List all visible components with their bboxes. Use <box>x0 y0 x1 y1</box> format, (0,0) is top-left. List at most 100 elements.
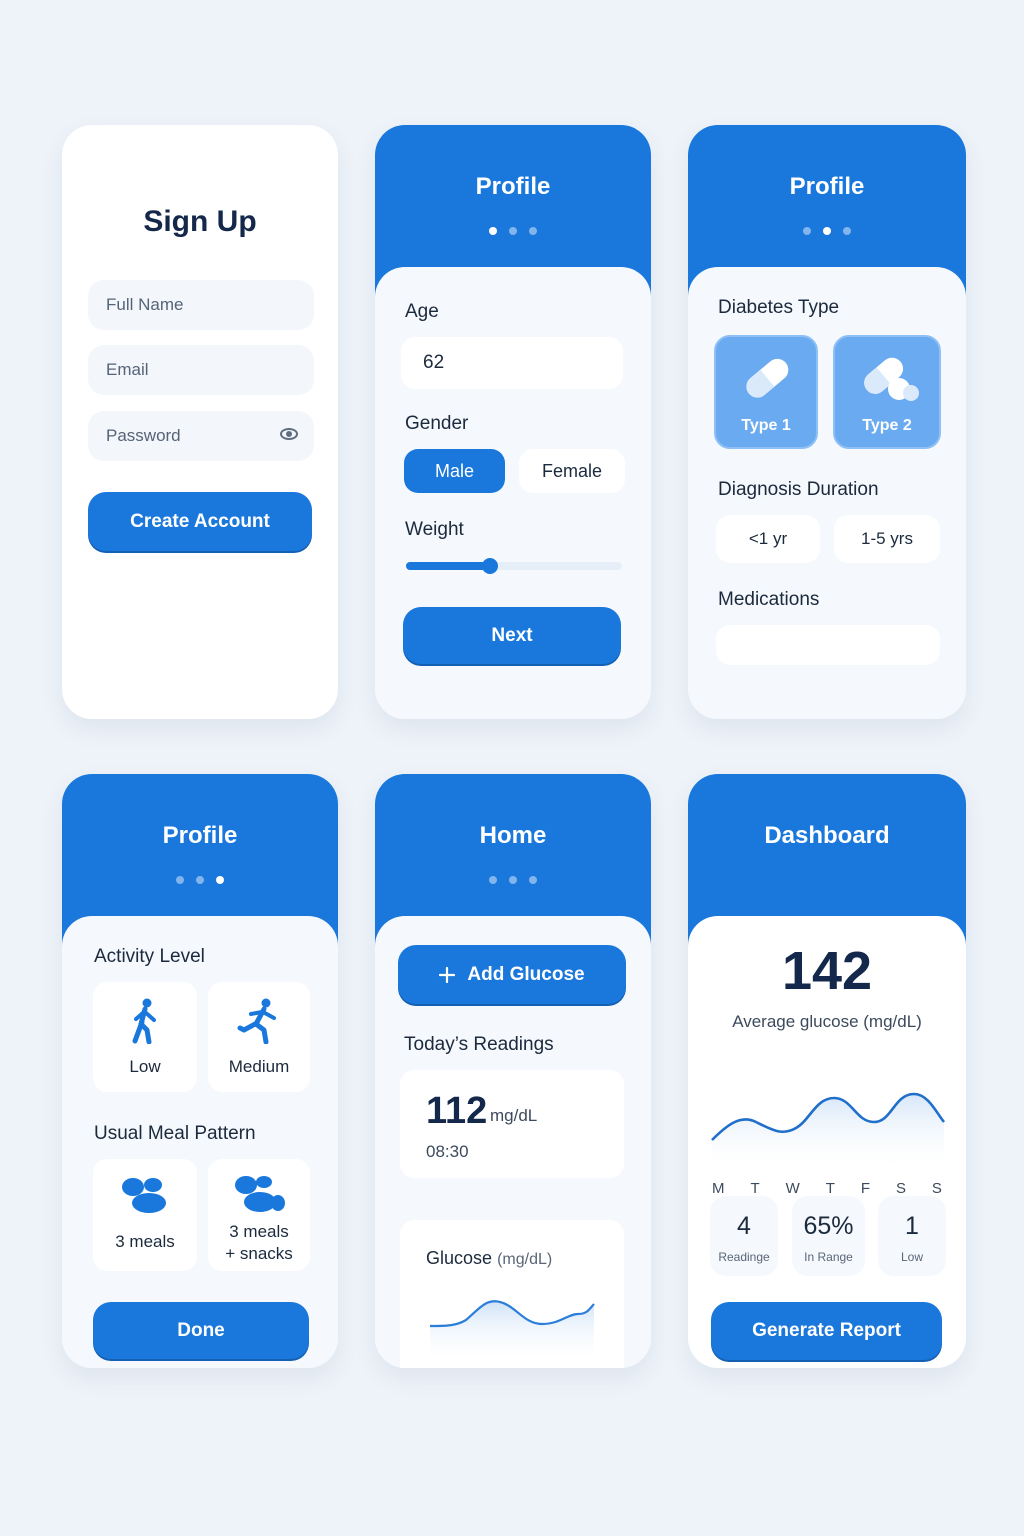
meal-3-meals-option[interactable]: 3 meals <box>93 1159 197 1271</box>
step-dot-1 <box>176 876 184 884</box>
stat-in-range: 65% In Range <box>792 1196 865 1276</box>
age-input[interactable]: 62 <box>401 337 623 389</box>
stat-label: Readinge <box>718 1250 770 1264</box>
activity-low-option[interactable]: Low <box>93 982 197 1092</box>
meal-3-meals-label: 3 meals <box>115 1232 175 1251</box>
weight-label: Weight <box>405 519 464 540</box>
slider-fill <box>406 562 491 570</box>
home-card: Home Add Glucose Today’s Readings 112 mg… <box>375 774 651 1368</box>
weight-slider[interactable] <box>406 558 622 574</box>
medications-label: Medications <box>718 589 820 610</box>
diagnosis-duration-label: Diagnosis Duration <box>718 479 879 500</box>
dashboard-body: 142 Average glucose (mg/dL) M T W T F S … <box>688 916 966 1368</box>
generate-report-button[interactable]: Generate Report <box>711 1302 942 1360</box>
step-indicator <box>375 227 651 235</box>
stat-value: 4 <box>737 1212 751 1240</box>
profile-step3-card: Profile Activity Level Low Medium Usual … <box>62 774 338 1368</box>
step-dot-1 <box>489 227 497 235</box>
eye-icon[interactable] <box>280 428 298 440</box>
type2-option[interactable]: Type 2 <box>833 335 941 449</box>
capsule-icon <box>746 358 789 398</box>
step-dot-3 <box>529 227 537 235</box>
glucose-chart-card: Glucose (mg/dL) <box>400 1220 624 1368</box>
day-label: T <box>825 1180 835 1197</box>
step-dot-2 <box>196 876 204 884</box>
duration-under-1yr[interactable]: <1 yr <box>716 515 820 563</box>
reading-card[interactable]: 112 mg/dL 08:30 <box>400 1070 624 1178</box>
weekly-glucose-chart <box>711 1092 946 1172</box>
email-input[interactable]: Email <box>88 345 314 395</box>
step-indicator <box>375 876 651 884</box>
glucose-title-text: Glucose <box>426 1248 493 1268</box>
day-label: S <box>931 1180 942 1197</box>
slider-thumb[interactable] <box>482 558 499 574</box>
done-button[interactable]: Done <box>93 1302 309 1359</box>
profile-step1-card: Profile Age 62 Gender Male Female Weight… <box>375 125 651 719</box>
reading-unit: mg/dL <box>490 1106 538 1125</box>
stat-label: Low <box>900 1250 923 1264</box>
step-dot-2 <box>823 227 831 235</box>
glucose-sparkline <box>429 1300 595 1362</box>
running-person-icon <box>237 998 276 1044</box>
step-dot-2 <box>509 227 517 235</box>
walking-person-icon <box>132 998 156 1044</box>
form-body: Activity Level Low Medium Usual Meal Pat… <box>62 916 338 1368</box>
create-account-button[interactable]: Create Account <box>88 492 312 551</box>
step-dot-3 <box>843 227 851 235</box>
reading-time: 08:30 <box>426 1142 469 1161</box>
day-label: S <box>895 1180 906 1197</box>
day-label: M <box>712 1180 725 1197</box>
gender-male-button[interactable]: Male <box>404 449 505 493</box>
type2-label: Type 2 <box>862 417 912 434</box>
age-value: 62 <box>423 352 445 373</box>
form-body: Age 62 Gender Male Female Weight Next <box>375 267 651 719</box>
step-dot-2 <box>509 876 517 884</box>
medications-input[interactable] <box>716 625 940 665</box>
profile-step2-card: Profile Diabetes Type Type 1 Type 2 Diag… <box>688 125 966 719</box>
stat-label: In Range <box>804 1250 853 1264</box>
average-glucose-value: 142 <box>781 941 873 1001</box>
step-dot-3 <box>529 876 537 884</box>
activity-medium-label: Medium <box>228 1057 290 1076</box>
age-label: Age <box>405 301 439 322</box>
todays-readings-label: Today’s Readings <box>404 1034 554 1055</box>
step-indicator <box>688 227 966 235</box>
page-title: Profile <box>789 173 865 200</box>
type1-label: Type 1 <box>741 417 791 434</box>
glucose-chart-title: Glucose (mg/dL) <box>426 1248 552 1269</box>
weekday-axis: M T W T F S S <box>712 1180 942 1197</box>
food-snacks-icon <box>235 1176 285 1212</box>
stat-low: 1 Low <box>878 1196 946 1276</box>
stat-value: 65% <box>803 1212 854 1240</box>
signup-title: Sign Up <box>143 205 257 238</box>
pills-icon <box>864 357 919 401</box>
activity-medium-option[interactable]: Medium <box>208 982 310 1092</box>
diabetes-type-label: Diabetes Type <box>718 297 840 318</box>
full-name-input[interactable]: Full Name <box>88 280 314 330</box>
day-label: W <box>785 1180 800 1197</box>
page-title: Profile <box>162 822 238 849</box>
page-title: Home <box>479 822 547 849</box>
add-glucose-button[interactable]: Add Glucose <box>398 945 626 1004</box>
home-body: Add Glucose Today’s Readings 112 mg/dL 0… <box>375 916 651 1368</box>
step-dot-1 <box>803 227 811 235</box>
day-label: F <box>860 1180 870 1197</box>
meal-line-2: + snacks <box>225 1244 293 1264</box>
gender-female-button[interactable]: Female <box>519 449 625 493</box>
duration-1-5yrs[interactable]: 1-5 yrs <box>834 515 940 563</box>
next-button[interactable]: Next <box>403 607 621 664</box>
average-glucose-label: Average glucose (mg/dL) <box>732 1012 922 1031</box>
meal-3-meals-snacks-option[interactable]: 3 meals + snacks <box>208 1159 310 1271</box>
stat-readings: 4 Readinge <box>710 1196 778 1276</box>
page-title: Dashboard <box>764 822 890 849</box>
meal-3-meals-snacks-label: 3 meals + snacks <box>208 1221 310 1265</box>
type1-option[interactable]: Type 1 <box>714 335 818 449</box>
food-icon <box>122 1178 166 1213</box>
page-title: Profile <box>475 173 551 200</box>
meal-line-1: 3 meals <box>229 1222 289 1241</box>
activity-level-label: Activity Level <box>94 946 205 967</box>
signup-card: Sign Up Full Name Email Password Create … <box>62 125 338 719</box>
add-glucose-label: Add Glucose <box>467 963 585 985</box>
glucose-unit-text: (mg/dL) <box>497 1251 553 1268</box>
password-input[interactable]: Password <box>88 411 314 461</box>
